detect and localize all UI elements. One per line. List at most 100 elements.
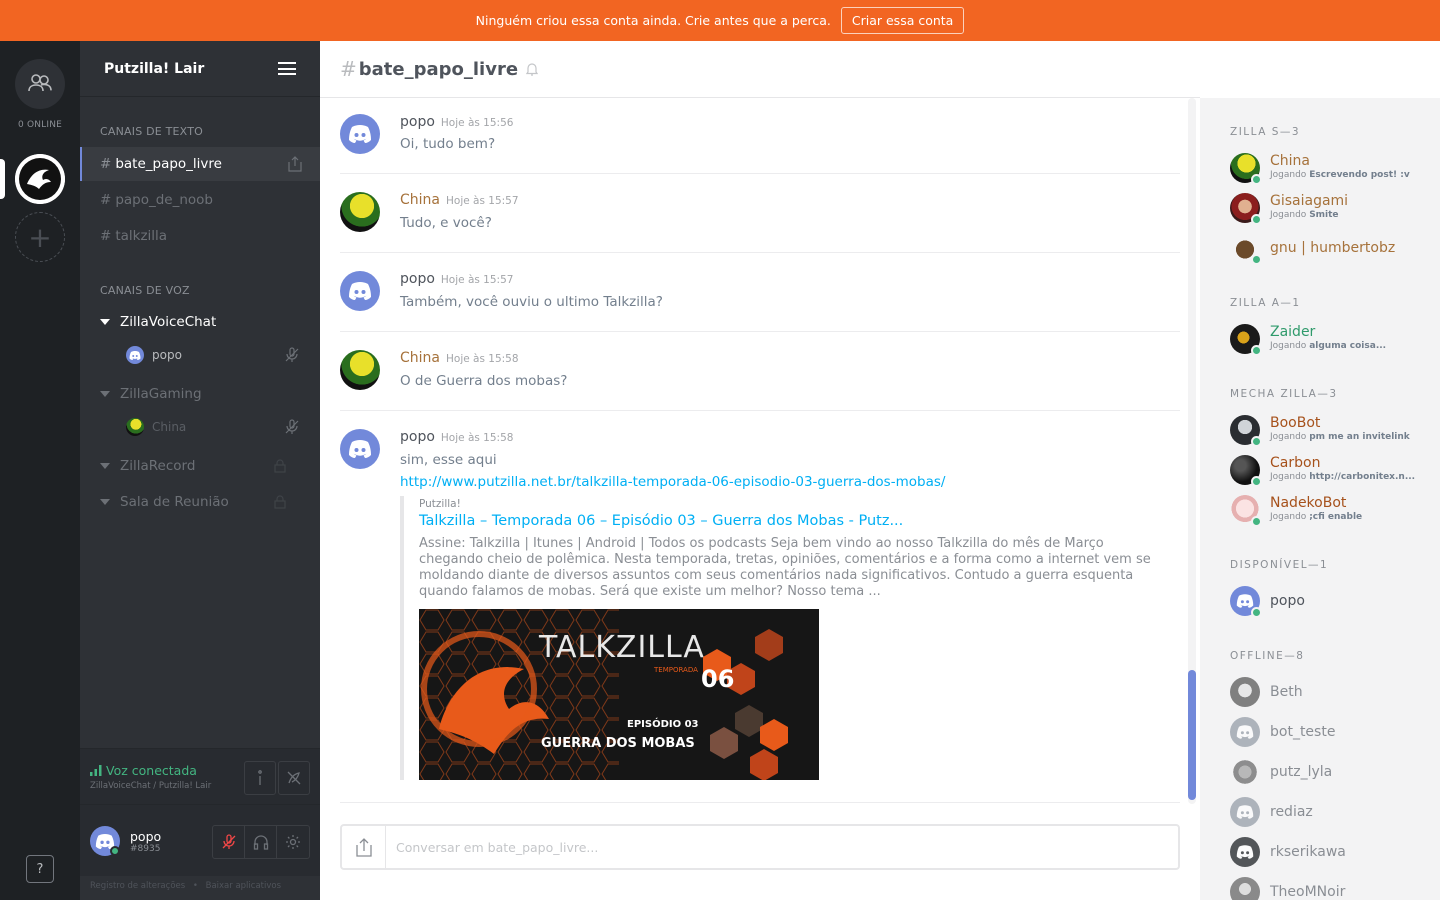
online-status-icon [1251,516,1262,527]
avatar[interactable] [340,429,380,469]
activity-game: Escrevendo post! :v [1309,170,1410,180]
member-boobot[interactable]: BooBot Jogando pm me an invitelink [1230,415,1430,449]
avatar [1230,717,1260,747]
discord-logo-icon [349,125,371,143]
message-input[interactable] [386,826,1176,868]
member-gnu-humbertobz[interactable]: gnu | humbertobz [1230,233,1430,267]
guild-icon-putzilla[interactable] [15,154,65,204]
avatar [1230,877,1260,900]
embed-title[interactable]: Talkzilla – Temporada 06 – Episódio 03 –… [419,513,903,529]
scrollbar-thumb[interactable] [1188,670,1196,800]
help-button[interactable]: ? [26,855,54,883]
mute-button[interactable] [213,826,245,858]
message-group: popo Hoje às 15:56 Oi, tudo bem? [340,98,1180,174]
message-author[interactable]: popo [400,429,435,445]
changelog-link[interactable]: Registro de alterações [90,881,185,891]
deafen-button[interactable] [245,826,277,858]
message-author[interactable]: popo [400,271,435,287]
message-link[interactable]: http://www.putzilla.net.br/talkzilla-tem… [400,474,945,490]
embed-description: Assine: Talkzilla | Itunes | Android | T… [419,536,1151,599]
activity-prefix: Jogando [1270,472,1307,482]
talkzilla-artwork: TALKZILLA TEMPORADA 06 EPISÓDIO 03 GUERR… [419,609,819,780]
artwork-logo: TALKZILLA [538,630,705,665]
activity-game: alguma coisa... [1309,341,1387,351]
member-name: bot_teste [1270,724,1336,740]
message-list: popo Hoje às 15:56 Oi, tudo bem? China H… [340,98,1180,804]
channel-title: bate_papo_livre [358,58,519,80]
voice-status-title: Voz conectada [106,763,197,778]
user-avatar[interactable] [90,826,120,856]
voice-info-button[interactable] [244,761,276,795]
server-header[interactable]: Putzilla! Lair [80,41,320,97]
server-name: Putzilla! Lair [104,60,205,77]
voice-channel-label: ZillaRecord [120,458,196,474]
channel-papo-de-noob[interactable]: # papo_de_noob [80,183,320,217]
download-apps-link[interactable]: Baixar aplicativos [206,881,281,891]
activity-game: http://carbonitex.n... [1309,472,1416,482]
message-header: China Hoje às 15:58 [400,350,519,366]
member-china[interactable]: China Jogando Escrevendo post! :v [1230,153,1430,187]
channel-bate-papo-livre[interactable]: # bate_papo_livre [80,147,320,181]
artwork-season-number: 06 [701,665,734,693]
friends-icon [28,74,52,92]
settings-button[interactable] [277,826,309,858]
voice-channel-zillarecord[interactable]: ZillaRecord [100,458,300,474]
voice-channel-zillagaming[interactable]: ZillaGaming [100,386,300,402]
activity-prefix: Jogando [1270,341,1307,351]
voice-channel-zillavoicechat[interactable]: ZillaVoiceChat [100,314,300,330]
claim-account-button[interactable]: Criar essa conta [840,7,965,34]
embed-provider[interactable]: Putzilla! [419,498,461,510]
gear-icon [286,835,300,849]
member-popo[interactable]: popo [1230,586,1430,620]
message-group: popo Hoje às 15:57 Também, você ouviu o … [340,253,1180,332]
chat-header: # bate_papo_livre [320,41,1200,98]
channel-talkzilla[interactable]: # talkzilla [80,219,320,253]
discord-logo-icon [1236,845,1254,859]
member-name: TheoMNoir [1270,884,1346,900]
message-author[interactable]: popo [400,114,435,130]
mic-muted-icon [222,834,235,849]
avatar[interactable] [340,192,380,232]
member-rkserikawa[interactable]: rkserikawa [1230,837,1430,871]
avatar[interactable] [340,350,380,390]
menu-icon[interactable] [278,62,296,75]
chat-scrollbar[interactable] [1188,98,1196,804]
voice-channel-sala-de-reuniao[interactable]: Sala de Reunião [100,494,300,510]
member-putz-lyla[interactable]: putz_lyla [1230,757,1430,791]
activity-prefix: Jogando [1270,170,1307,180]
lock-icon [274,459,286,473]
member-gisaiagami[interactable]: Gisaiagami Jogando Smite [1230,193,1430,227]
message-author[interactable]: China [400,350,440,366]
voice-user-popo[interactable]: popo [126,346,300,364]
member-name: NadekoBot [1270,495,1347,511]
member-carbon[interactable]: Carbon Jogando http://carbonitex.n... [1230,455,1430,489]
member-zaider[interactable]: Zaider Jogando alguma coisa... [1230,324,1430,358]
member-group-header: ZILLA S—3 [1230,126,1301,138]
friends-button[interactable] [15,59,65,109]
hash-icon: # [100,192,112,208]
voice-user-china[interactable]: China [126,418,300,436]
online-status-icon [1251,345,1262,356]
member-group-header: DISPONÍVEL—1 [1230,559,1329,571]
message-author[interactable]: China [400,192,440,208]
member-rediaz[interactable]: rediaz [1230,797,1430,831]
voice-channel-label: Sala de Reunião [120,494,229,510]
message-header: popo Hoje às 15:56 [400,114,513,130]
invite-icon[interactable] [288,156,302,172]
member-bot-teste[interactable]: bot_teste [1230,717,1430,751]
online-status-icon [1251,174,1262,185]
upload-button[interactable] [342,826,386,868]
member-beth[interactable]: Beth [1230,677,1430,711]
voice-channel-label: ZillaGaming [120,386,202,402]
add-guild-button[interactable]: + [15,212,65,262]
member-theomnoir[interactable]: TheoMNoir [1230,877,1430,900]
disconnect-button[interactable] [278,761,310,795]
avatar[interactable] [340,114,380,154]
message-header: popo Hoje às 15:58 [400,429,513,445]
avatar[interactable] [340,271,380,311]
embed-image[interactable]: TALKZILLA TEMPORADA 06 EPISÓDIO 03 GUERR… [419,609,819,780]
member-nadekobot[interactable]: NadekoBot Jogando ;cfi enable [1230,495,1430,529]
member-name: putz_lyla [1270,764,1333,780]
bell-icon[interactable] [526,62,539,76]
chevron-down-icon [100,391,110,397]
